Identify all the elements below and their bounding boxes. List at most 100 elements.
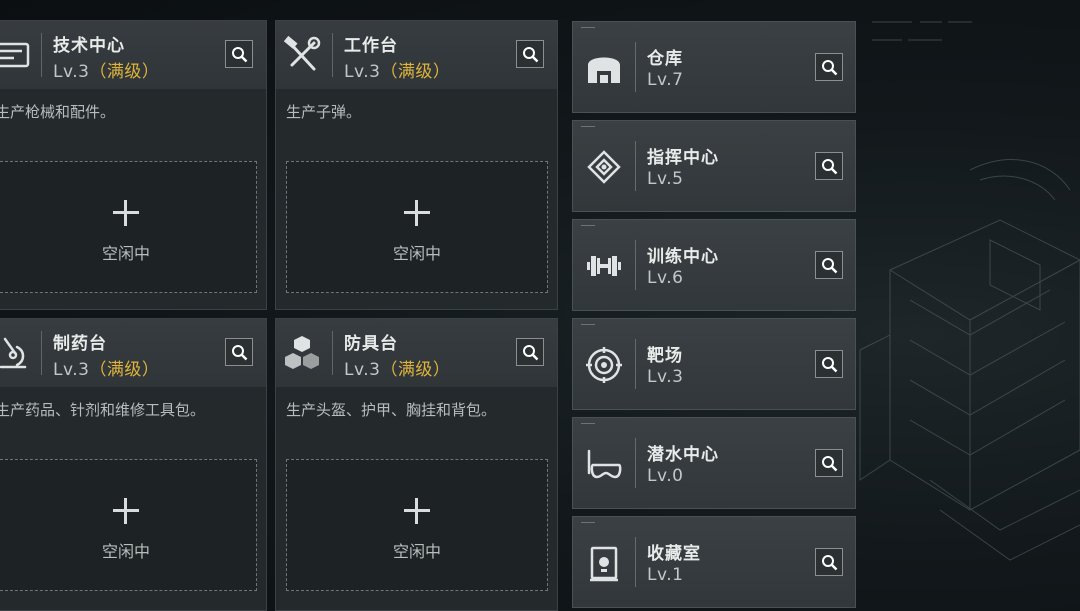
- header-separator: [635, 339, 636, 389]
- facility-title: 潜水中心: [647, 445, 719, 465]
- card-header: 技术中心 Lv.3（满级）: [0, 21, 266, 89]
- header-separator: [332, 331, 333, 375]
- card-level: Lv.3（满级）: [53, 57, 159, 82]
- header-separator: [635, 141, 636, 191]
- card-description: 生产头盔、护甲、胸挂和背包。: [286, 401, 497, 419]
- plus-icon: [404, 200, 430, 226]
- trophy-case-icon: [590, 546, 618, 582]
- plus-icon: [404, 498, 430, 524]
- facility-level: Lv.1: [647, 565, 684, 585]
- facility-title: 指挥中心: [647, 148, 719, 168]
- building-wireframe-art: [859, 159, 1080, 561]
- production-slot[interactable]: 空闲中: [0, 459, 257, 591]
- header-separator: [635, 537, 636, 587]
- search-button[interactable]: [225, 338, 253, 366]
- facility-shooting-range[interactable]: 靶场 Lv.3: [572, 318, 856, 410]
- max-level-tag: （满级）: [89, 62, 160, 82]
- card-header: 制药台 Lv.3（满级）: [0, 319, 266, 387]
- search-button[interactable]: [516, 40, 544, 68]
- production-slot[interactable]: 空闲中: [286, 161, 548, 293]
- idle-label: 空闲中: [101, 542, 150, 561]
- search-icon: [822, 60, 838, 76]
- search-icon: [523, 47, 539, 63]
- microscope-icon: [0, 337, 27, 369]
- card-description: 生产枪械和配件。: [0, 103, 116, 121]
- card-description: 生产子弹。: [286, 103, 362, 121]
- header-separator: [41, 33, 42, 77]
- cubes-icon: [285, 336, 319, 369]
- header-separator: [41, 331, 42, 375]
- max-level-tag: （满级）: [89, 360, 160, 380]
- facility-title: 靶场: [647, 346, 683, 366]
- card-description: 生产药品、针剂和维修工具包。: [0, 401, 206, 419]
- diving-mask-icon: [587, 449, 622, 479]
- facility-collection-room[interactable]: 收藏室 Lv.1: [572, 516, 856, 608]
- plus-icon: [113, 200, 139, 226]
- facility-card-armor-bench[interactable]: 防具台 Lv.3（满级） 生产头盔、护甲、胸挂和背包。 空闲中: [275, 318, 558, 611]
- header-separator: [332, 33, 333, 77]
- level-value: Lv.3: [53, 62, 90, 82]
- target-icon: [586, 347, 622, 383]
- production-slot[interactable]: 空闲中: [286, 459, 548, 591]
- plus-icon: [113, 498, 139, 524]
- card-level: Lv.3（满级）: [344, 355, 450, 380]
- search-icon: [822, 555, 838, 571]
- search-icon: [232, 47, 248, 63]
- search-icon: [822, 456, 838, 472]
- search-icon: [232, 345, 248, 361]
- facility-command-center[interactable]: 指挥中心 Lv.5: [572, 120, 856, 212]
- card-level: Lv.3（满级）: [344, 57, 450, 82]
- facility-warehouse[interactable]: 仓库 Lv.7: [572, 21, 856, 113]
- max-level-tag: （满级）: [380, 62, 451, 82]
- level-value: Lv.3: [344, 360, 381, 380]
- corner-tick: [581, 27, 595, 28]
- header-separator: [635, 42, 636, 92]
- search-button[interactable]: [815, 53, 843, 81]
- facility-card-tech-center[interactable]: 技术中心 Lv.3（满级） 生产枪械和配件。 空闲中: [0, 20, 267, 310]
- facility-level: Lv.7: [647, 70, 684, 90]
- facility-level: Lv.5: [647, 169, 684, 189]
- search-button[interactable]: [815, 350, 843, 378]
- search-button[interactable]: [815, 449, 843, 477]
- tech-center-icon: [0, 42, 30, 68]
- card-level: Lv.3（满级）: [53, 355, 159, 380]
- search-button[interactable]: [516, 338, 544, 366]
- corner-tick: [581, 522, 595, 523]
- search-button[interactable]: [815, 152, 843, 180]
- card-title: 防具台: [344, 334, 398, 354]
- level-value: Lv.3: [344, 62, 381, 82]
- idle-label: 空闲中: [392, 542, 441, 561]
- card-header: 防具台 Lv.3（满级）: [276, 319, 557, 387]
- header-separator: [635, 240, 636, 290]
- chip-icon: [587, 150, 621, 184]
- corner-tick: [581, 423, 595, 424]
- hammer-wrench-icon: [283, 35, 321, 71]
- facility-level: Lv.6: [647, 268, 684, 288]
- search-icon: [822, 159, 838, 175]
- corner-decoration: [872, 21, 972, 41]
- search-button[interactable]: [815, 251, 843, 279]
- search-icon: [822, 258, 838, 274]
- warehouse-icon: [588, 57, 620, 83]
- search-button[interactable]: [225, 40, 253, 68]
- search-button[interactable]: [815, 548, 843, 576]
- facility-diving-center[interactable]: 潜水中心 Lv.0: [572, 417, 856, 509]
- facility-training-center[interactable]: 训练中心 Lv.6: [572, 219, 856, 311]
- card-title: 制药台: [53, 334, 107, 354]
- facility-card-workbench[interactable]: 工作台 Lv.3（满级） 生产子弹。 空闲中: [275, 20, 558, 310]
- card-title: 技术中心: [53, 36, 125, 56]
- search-icon: [523, 345, 539, 361]
- max-level-tag: （满级）: [380, 360, 451, 380]
- header-separator: [635, 438, 636, 488]
- dumbbell-icon: [587, 256, 621, 276]
- level-value: Lv.3: [53, 360, 90, 380]
- facility-card-pharmacy[interactable]: 制药台 Lv.3（满级） 生产药品、针剂和维修工具包。 空闲中: [0, 318, 267, 611]
- corner-tick: [581, 225, 595, 226]
- facility-title: 仓库: [647, 49, 683, 69]
- facility-level: Lv.3: [647, 367, 684, 387]
- production-slot[interactable]: 空闲中: [0, 161, 257, 293]
- idle-label: 空闲中: [101, 244, 150, 263]
- idle-label: 空闲中: [392, 244, 441, 263]
- search-icon: [822, 357, 838, 373]
- corner-tick: [581, 324, 595, 325]
